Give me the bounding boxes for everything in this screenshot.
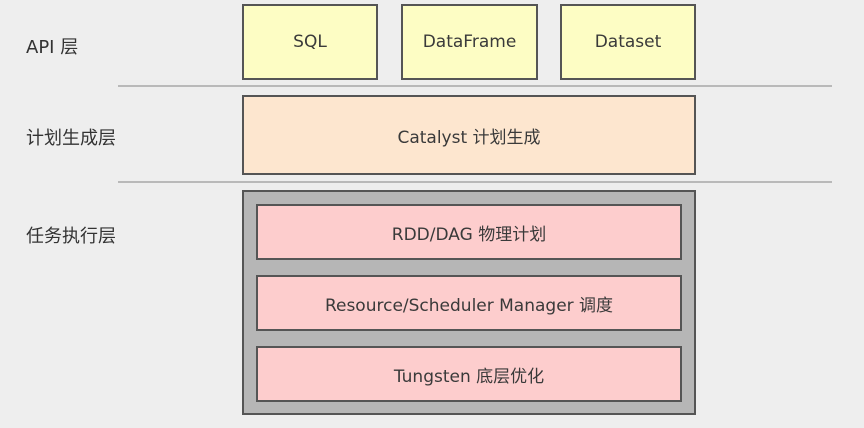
exec-box-tungsten: Tungsten 底层优化 (256, 346, 682, 402)
exec-layer-label: 任务执行层 (26, 226, 116, 247)
plan-layer-label: 计划生成层 (26, 128, 116, 149)
api-box-dataframe: DataFrame (401, 4, 538, 80)
api-box-dataset: Dataset (560, 4, 696, 80)
catalyst-box: Catalyst 计划生成 (242, 95, 696, 175)
api-box-sql: SQL (242, 4, 378, 80)
exec-box-scheduler: Resource/Scheduler Manager 调度 (256, 275, 682, 331)
api-layer-label: API 层 (26, 37, 79, 58)
layer-divider-1 (118, 85, 832, 87)
layer-divider-2 (118, 181, 832, 183)
exec-box-rdd-dag: RDD/DAG 物理计划 (256, 204, 682, 260)
